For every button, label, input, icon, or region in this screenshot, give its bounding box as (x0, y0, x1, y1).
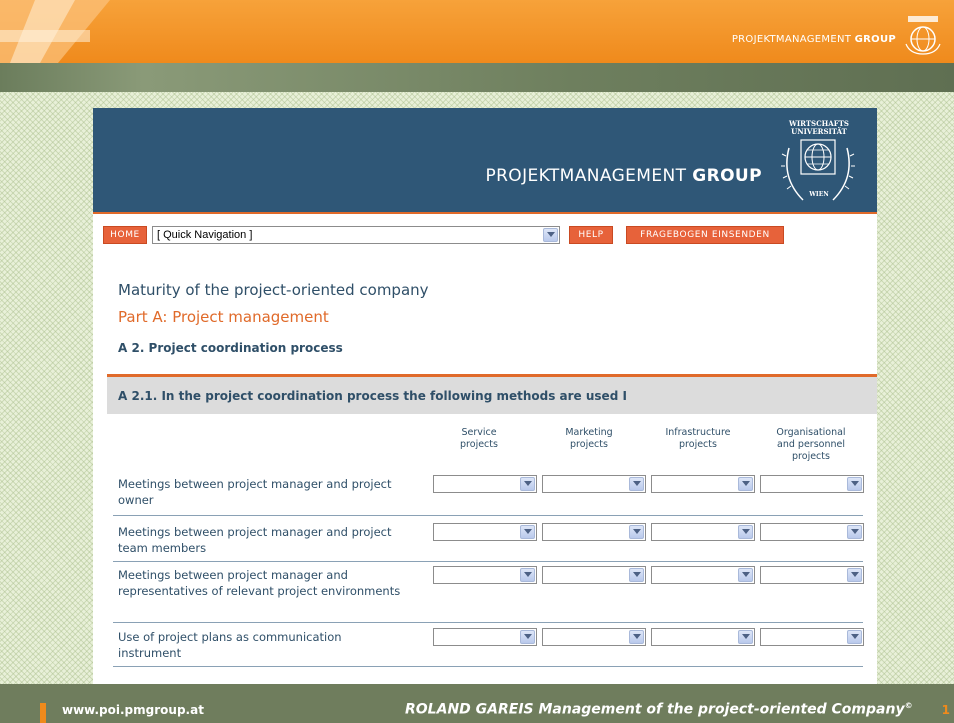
question-heading: A 2.1. In the project coordination proce… (107, 377, 877, 414)
slide-band (0, 63, 954, 92)
footer-url: www.poi.pmgroup.at (62, 703, 204, 717)
answer-select-service[interactable] (433, 475, 537, 493)
column-header-service: Service projects (460, 427, 498, 450)
chevron-down-icon[interactable] (847, 568, 862, 582)
chevron-down-icon[interactable] (520, 477, 535, 491)
answer-select-marketing[interactable] (542, 628, 646, 646)
site-header: WIRTSCHAFTS UNIVERSITÄT WIEN PROJEKTMANA… (93, 108, 877, 212)
chevron-down-icon[interactable] (738, 568, 753, 582)
row-label: Meetings between project manager and rep… (118, 568, 401, 598)
answer-select-organisational[interactable] (760, 523, 864, 541)
header-divider (93, 212, 877, 214)
part-heading: Part A: Project management (118, 308, 329, 326)
answer-select-organisational[interactable] (760, 628, 864, 646)
chevron-down-icon[interactable] (520, 630, 535, 644)
column-header-organisational: Organisational and personnel projects (776, 427, 846, 462)
seal-city: WIEN (809, 191, 829, 198)
row-divider (113, 561, 863, 562)
help-button[interactable]: HELP (569, 226, 613, 244)
row-divider (113, 515, 863, 516)
answer-select-organisational[interactable] (760, 475, 864, 493)
answer-select-infrastructure[interactable] (651, 523, 755, 541)
chevron-down-icon[interactable] (520, 568, 535, 582)
quick-navigation-select[interactable]: [ Quick Navigation ] (152, 226, 560, 244)
footer-marker (40, 703, 46, 723)
row-divider (113, 622, 863, 623)
home-button[interactable]: HOME (103, 226, 147, 244)
row-label: Use of project plans as communication in… (118, 630, 342, 660)
row-label: Meetings between project manager and pro… (118, 477, 392, 507)
chevron-down-icon[interactable] (629, 477, 644, 491)
row-label: Meetings between project manager and pro… (118, 525, 392, 555)
page-number: 1 (941, 703, 950, 717)
page-title: Maturity of the project-oriented company (118, 281, 429, 299)
chevron-down-icon[interactable] (738, 525, 753, 539)
chevron-down-icon[interactable] (847, 525, 862, 539)
row-divider (113, 666, 863, 667)
answer-select-infrastructure[interactable] (651, 475, 755, 493)
university-seal-icon (905, 16, 941, 55)
chevron-down-icon[interactable] (847, 477, 862, 491)
submit-questionnaire-button[interactable]: FRAGEBOGEN EINSENDEN (626, 226, 784, 244)
seal-caption: WIRTSCHAFTS UNIVERSITÄT (789, 119, 849, 136)
column-header-infrastructure: Infrastructure projects (665, 427, 731, 450)
site-brand: PROJEKTMANAGEMENT GROUP (485, 166, 762, 186)
answer-select-organisational[interactable] (760, 566, 864, 584)
answer-select-infrastructure[interactable] (651, 628, 755, 646)
answer-select-marketing[interactable] (542, 566, 646, 584)
questionnaire-page: WIRTSCHAFTS UNIVERSITÄT WIEN PROJEKTMANA… (93, 108, 877, 684)
answer-select-service[interactable] (433, 566, 537, 584)
answer-select-service[interactable] (433, 628, 537, 646)
answer-select-infrastructure[interactable] (651, 566, 755, 584)
quick-navigation-value: [ Quick Navigation ] (157, 229, 253, 241)
answer-select-marketing[interactable] (542, 475, 646, 493)
chevron-down-icon[interactable] (543, 228, 558, 242)
column-header-marketing: Marketing projects (565, 427, 613, 450)
section-heading: A 2. Project coordination process (118, 341, 343, 355)
nav-bar: HOME [ Quick Navigation ] HELP FRAGEBOGE… (93, 226, 877, 246)
chevron-down-icon[interactable] (629, 568, 644, 582)
chevron-down-icon[interactable] (738, 477, 753, 491)
footer-title: ROLAND GAREIS Management of the project-… (405, 701, 913, 718)
slide-header-bar (0, 0, 954, 63)
answer-select-marketing[interactable] (542, 523, 646, 541)
chevron-down-icon[interactable] (629, 525, 644, 539)
chevron-down-icon[interactable] (629, 630, 644, 644)
answer-select-service[interactable] (433, 523, 537, 541)
chevron-down-icon[interactable] (520, 525, 535, 539)
chevron-down-icon[interactable] (738, 630, 753, 644)
chevron-down-icon[interactable] (847, 630, 862, 644)
slide-brand: PROJEKTMANAGEMENT GROUP (731, 34, 896, 45)
